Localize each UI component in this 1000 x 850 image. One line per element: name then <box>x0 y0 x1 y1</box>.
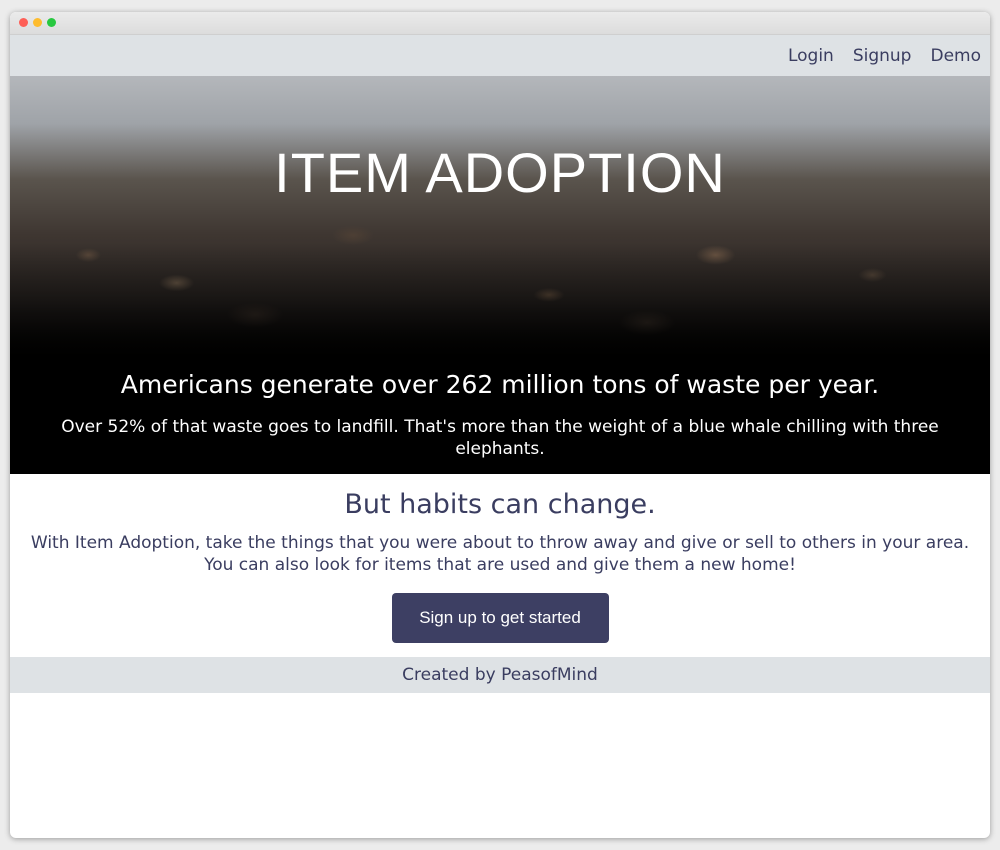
zoom-window-button[interactable] <box>47 18 56 27</box>
nav-link-login[interactable]: Login <box>788 46 834 66</box>
nav-link-signup[interactable]: Signup <box>853 46 912 66</box>
top-navbar: Login Signup Demo <box>10 35 990 76</box>
window-titlebar <box>10 12 990 35</box>
close-window-button[interactable] <box>19 18 28 27</box>
description-line-1: With Item Adoption, take the things that… <box>30 533 970 553</box>
hero-statistic: Americans generate over 262 million tons… <box>120 370 880 399</box>
browser-window: Login Signup Demo ITEM ADOPTION American… <box>10 12 990 838</box>
section-description: With Item Adoption, take the things that… <box>22 532 978 576</box>
main-content: But habits can change. With Item Adoptio… <box>10 474 990 643</box>
hero-banner: ITEM ADOPTION Americans generate over 26… <box>10 76 990 474</box>
hero-background-image <box>10 76 990 474</box>
page-footer: Created by PeasofMind <box>10 657 990 693</box>
hero-subtext: Over 52% of that waste goes to landfill.… <box>61 417 939 459</box>
nav-link-demo[interactable]: Demo <box>930 46 981 66</box>
signup-cta-button[interactable]: Sign up to get started <box>391 593 609 643</box>
description-line-2: You can also look for items that are use… <box>204 555 796 575</box>
section-heading: But habits can change. <box>344 489 656 520</box>
hero-title: ITEM ADOPTION <box>274 141 726 204</box>
minimize-window-button[interactable] <box>33 18 42 27</box>
